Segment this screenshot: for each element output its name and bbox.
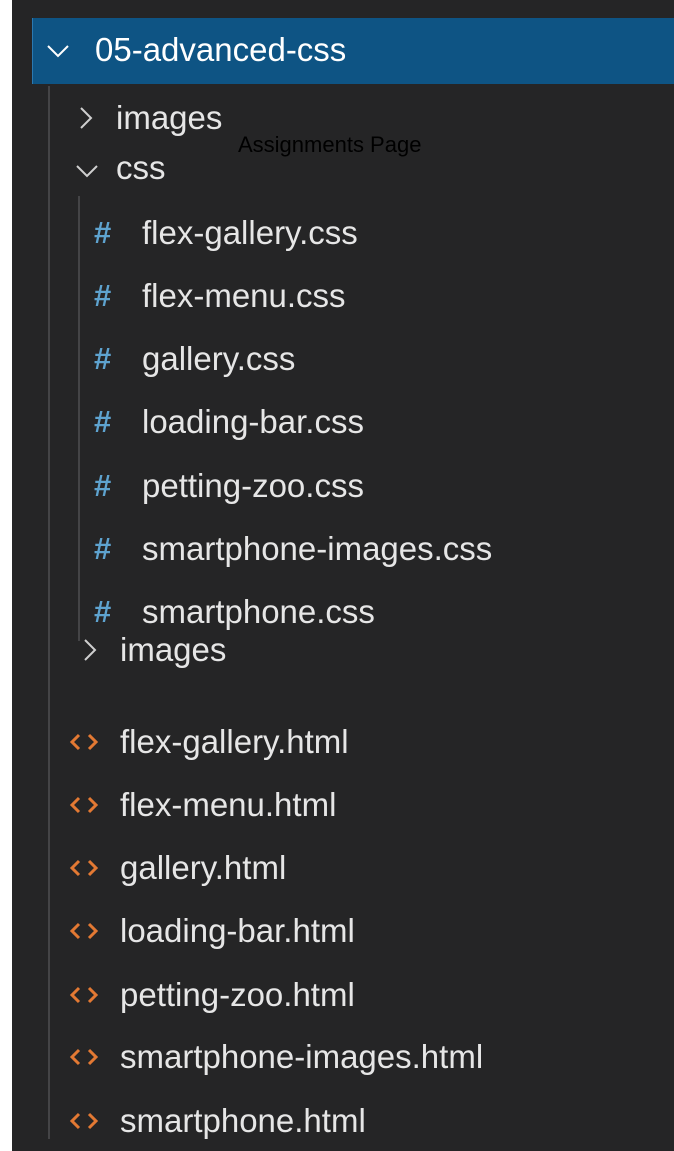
tree-file-css[interactable]: # flex-gallery.css — [12, 210, 674, 256]
css-file-icon: # — [94, 468, 112, 503]
tree-file-css[interactable]: # smartphone-images.css — [12, 526, 674, 572]
tree-file-html[interactable]: loading-bar.html — [12, 908, 674, 954]
tree-item-label: flex-menu.html — [120, 786, 337, 823]
file-explorer-panel: 05-advanced-css images css # flex-galler… — [12, 0, 674, 1151]
css-file-icon: # — [94, 278, 112, 313]
html-file-icon — [68, 985, 100, 1010]
chevron-down-icon — [45, 41, 71, 66]
css-file-icon: # — [94, 531, 112, 566]
css-file-icon: # — [94, 594, 112, 629]
tree-item-label: images — [116, 99, 223, 136]
tree-file-css[interactable]: # flex-menu.css — [12, 273, 674, 319]
tree-item-label: loading-bar.html — [120, 912, 355, 949]
html-file-icon — [68, 1111, 100, 1136]
tree-item-label: petting-zoo.css — [142, 467, 364, 504]
root-folder-row[interactable]: 05-advanced-css — [32, 18, 674, 84]
assignments-page-label: Assignments Page — [238, 132, 422, 157]
tree-file-css[interactable]: # loading-bar.css — [12, 399, 674, 445]
tree-file-html[interactable]: gallery.html — [12, 845, 674, 891]
html-file-icon — [68, 732, 100, 757]
chevron-right-icon — [78, 105, 94, 136]
tree-file-css[interactable]: # petting-zoo.css — [12, 463, 674, 509]
tree-file-css[interactable]: # gallery.css — [12, 336, 674, 382]
tree-file-html[interactable]: flex-gallery.html — [12, 719, 674, 765]
chevron-down-icon — [74, 163, 100, 184]
tree-item-label: gallery.css — [142, 340, 296, 377]
tree-item-label: flex-gallery.css — [142, 214, 358, 251]
tree-file-html[interactable]: smartphone.html — [12, 1098, 674, 1144]
html-file-icon — [68, 858, 100, 883]
chevron-right-icon — [82, 637, 98, 668]
css-file-icon: # — [94, 341, 112, 376]
tree-file-html[interactable]: smartphone-images.html — [12, 1034, 674, 1080]
tree-item-label: smartphone-images.html — [120, 1038, 484, 1075]
tree-item-label: css — [116, 149, 166, 186]
tree-item-label: petting-zoo.html — [120, 976, 355, 1013]
tree-item-label: smartphone-images.css — [142, 530, 493, 567]
tree-file-html[interactable]: flex-menu.html — [12, 782, 674, 828]
tree-item-label: gallery.html — [120, 849, 287, 886]
css-file-icon: # — [94, 215, 112, 250]
html-file-icon — [68, 795, 100, 820]
tree-item-label: flex-menu.css — [142, 277, 346, 314]
tree-item-label: loading-bar.css — [142, 403, 364, 440]
tree-file-html[interactable]: petting-zoo.html — [12, 972, 674, 1018]
tree-item-label: flex-gallery.html — [120, 723, 349, 760]
html-file-icon — [68, 921, 100, 946]
tree-item-label: images — [120, 631, 227, 668]
css-file-icon: # — [94, 404, 112, 439]
html-file-icon — [68, 1047, 100, 1072]
tree-folder-images[interactable]: images — [12, 627, 674, 673]
tree-item-label: smartphone.html — [120, 1102, 366, 1139]
root-folder-label: 05-advanced-css — [95, 31, 347, 68]
tree-item-label: smartphone.css — [142, 593, 375, 630]
